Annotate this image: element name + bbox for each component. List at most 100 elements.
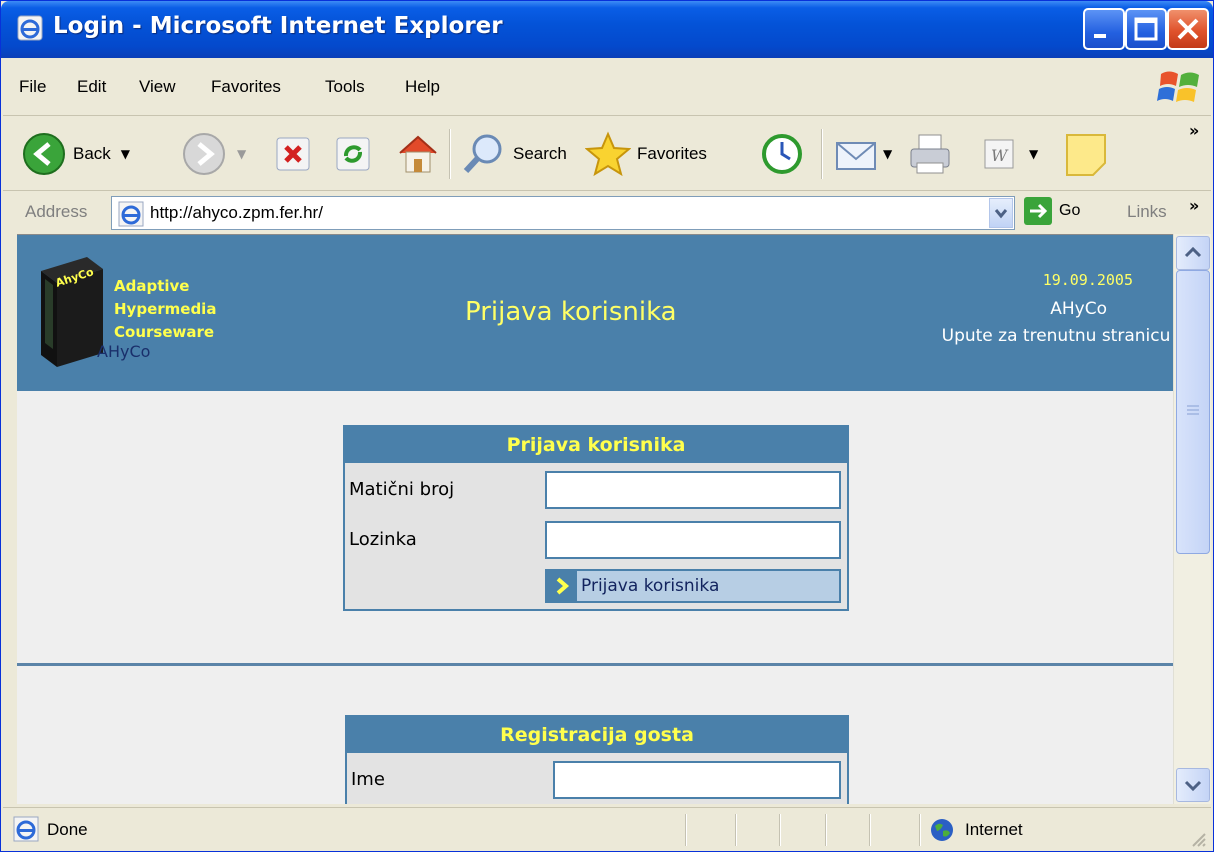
name-label: Ime [351,769,385,790]
status-cell [779,814,781,846]
guest-registration-panel: Registracija gosta Ime [345,715,849,804]
page-done-icon [13,816,39,842]
scroll-up-button[interactable] [1176,236,1210,270]
status-cell [825,814,827,846]
favorites-star-icon [585,131,631,177]
back-arrow-icon [23,133,65,175]
favorites-label: Favorites [637,144,707,163]
mail-dropdown-icon[interactable]: ▼ [883,147,892,161]
grip-icon [1187,405,1199,415]
address-label: Address [25,202,88,221]
close-icon [1177,18,1199,40]
home-icon [399,135,437,173]
home-button[interactable] [395,117,441,191]
id-input[interactable] [545,471,841,509]
logo-line-2: Hypermedia [114,300,217,318]
refresh-icon [336,137,370,171]
toolbar-overflow-button[interactable]: » [1189,121,1199,140]
login-panel: Prijava korisnika Matični broj Lozinka P… [343,425,849,611]
menu-edit[interactable]: Edit [77,77,106,97]
minimize-button[interactable] [1083,8,1125,50]
menu-file[interactable]: File [19,77,46,97]
logo-line-3: Courseware [114,323,215,341]
word-icon: W [984,139,1014,169]
status-bar: Done Internet [3,807,1211,851]
maximize-icon [1134,17,1158,41]
refresh-button[interactable] [333,117,373,191]
status-text: Done [47,820,88,839]
back-button[interactable]: Back ▼ [21,117,130,191]
internet-globe-icon [931,819,953,841]
logo-name: AHyCo [97,342,151,361]
minimize-icon [1094,34,1106,38]
logo-text: Adaptive Hypermedia Courseware [114,275,216,344]
page-banner: AhyCo Adaptive Hypermedia Courseware AHy… [17,235,1173,391]
mail-icon [836,142,876,170]
scroll-thumb[interactable] [1176,270,1210,554]
search-button[interactable]: Search [461,117,567,191]
notes-button[interactable] [1063,117,1109,191]
vertical-scrollbar[interactable] [1173,234,1211,804]
chevron-down-icon [1184,780,1202,792]
forward-button[interactable]: ▼ [181,117,246,191]
section-divider [17,663,1173,666]
security-zone: Internet [965,820,1023,839]
menu-help[interactable]: Help [405,77,440,97]
back-label: Back [73,144,111,163]
search-label: Search [513,144,567,163]
svg-text:W: W [991,146,1009,165]
window-title: Login - Microsoft Internet Explorer [53,13,503,39]
word-dropdown-icon[interactable]: ▼ [1029,147,1038,161]
search-icon [463,134,502,174]
address-bar: Address http://ahyco.zpm.fer.hr/ Go Link… [3,192,1211,234]
login-submit-label: Prijava korisnika [581,576,720,596]
logo-line-1: Adaptive [114,277,190,295]
history-button[interactable] [759,117,805,191]
help-link[interactable]: Upute za trenutnu stranicu [941,323,1171,349]
menu-view[interactable]: View [139,77,176,97]
sticky-note-icon [1066,134,1106,176]
chevron-down-icon [994,209,1008,219]
chevron-up-icon [1184,246,1202,258]
go-button[interactable]: Go [1023,196,1080,226]
go-arrow-icon [1024,197,1052,225]
scroll-down-button[interactable] [1176,768,1210,802]
page-ie-icon [118,201,144,227]
address-dropdown-button[interactable] [989,198,1013,228]
print-button[interactable] [907,117,953,191]
mail-button[interactable]: ▼ [833,117,892,191]
registration-heading: Registracija gosta [347,717,847,753]
stop-icon [276,137,310,171]
word-button[interactable]: W ▼ [979,117,1038,191]
close-button[interactable] [1167,8,1209,50]
menu-favorites[interactable]: Favorites [211,77,281,97]
menu-tools[interactable]: Tools [325,77,365,97]
resize-grip-icon[interactable] [1189,830,1207,848]
links-overflow-button[interactable]: » [1189,196,1199,215]
forward-dropdown-icon[interactable]: ▼ [237,147,246,161]
ie-icon [17,15,43,41]
menu-bar: File Edit View Favorites Tools Help [3,58,1211,116]
password-input[interactable] [545,521,841,559]
stop-button[interactable] [273,117,313,191]
status-cell [919,814,921,846]
back-dropdown-icon[interactable]: ▼ [121,147,130,161]
name-input[interactable] [553,761,841,799]
links-label[interactable]: Links [1127,202,1167,222]
history-icon [762,134,802,174]
toolbar: Back ▼ ▼ Search Favorites ▼ W ▼ » [3,117,1211,191]
status-cell [685,814,687,846]
chevron-right-icon [547,571,577,601]
password-label: Lozinka [349,529,417,550]
address-input[interactable]: http://ahyco.zpm.fer.hr/ [111,196,1015,230]
status-cell [869,814,871,846]
toolbar-separator [449,129,451,179]
maximize-button[interactable] [1125,8,1167,50]
page-viewport: AhyCo Adaptive Hypermedia Courseware AHy… [17,234,1173,804]
windows-logo-icon [1157,71,1199,102]
login-submit-button[interactable]: Prijava korisnika [545,569,841,603]
page-title: Prijava korisnika [465,297,677,327]
title-bar[interactable]: Login - Microsoft Internet Explorer [1,1,1213,58]
login-heading: Prijava korisnika [345,427,847,463]
favorites-button[interactable]: Favorites [585,117,707,191]
